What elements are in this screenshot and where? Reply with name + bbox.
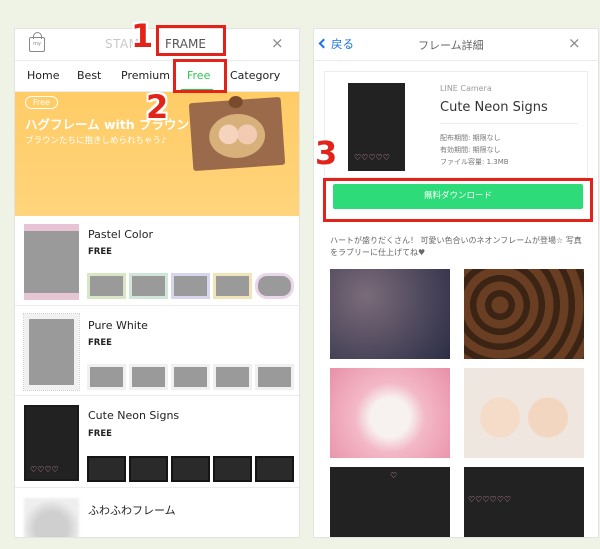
tab-category[interactable]: Category <box>230 69 280 82</box>
item-price: FREE <box>88 338 112 348</box>
item-title: Pastel Color <box>88 228 153 241</box>
detail-header: 戻る フレーム詳細 × <box>314 29 598 61</box>
preview-thumbnail <box>213 364 252 390</box>
shopping-bag-icon[interactable]: my <box>29 32 45 52</box>
banner-subtitle: ブラウンたちに抱きしめられちゃう♪ <box>25 136 167 146</box>
tab-home[interactable]: Home <box>27 69 59 82</box>
preview-thumbnail <box>129 364 168 390</box>
item-price: FREE <box>88 247 112 257</box>
frame-info-card: ♡♡♡♡♡ LINE Camera Cute Neon Signs 配布期間: … <box>324 71 588 178</box>
preview-row <box>87 273 294 299</box>
frame-thumbnail <box>24 498 79 537</box>
preview-thumbnail <box>171 364 210 390</box>
item-title: ふわふわフレーム <box>88 504 176 517</box>
bag-label: my <box>33 41 41 47</box>
preview-thumbnail <box>171 456 210 482</box>
list-item[interactable]: Pastel Color FREE <box>15 216 299 306</box>
step-number-2: 2 <box>146 88 169 126</box>
preview-thumbnail <box>129 456 168 482</box>
frame-thumbnail: ♡♡♡♡ <box>24 405 79 481</box>
preview-thumbnail <box>213 273 252 299</box>
list-item[interactable]: ♡♡♡♡ Cute Neon Signs FREE <box>15 396 299 488</box>
sample-image <box>464 368 584 458</box>
back-button[interactable]: 戻る <box>318 36 354 52</box>
close-icon[interactable]: × <box>271 34 284 52</box>
close-icon[interactable]: × <box>568 34 581 52</box>
highlight-frame-tab <box>156 25 226 56</box>
frame-thumbnail <box>24 224 79 300</box>
item-title: Cute Neon Signs <box>88 409 180 422</box>
divider <box>440 123 578 124</box>
sample-image <box>464 269 584 359</box>
preview-thumbnail <box>87 273 126 299</box>
heart-icon: ♡ <box>390 471 398 480</box>
frame-name: Cute Neon Signs <box>440 100 548 115</box>
sample-image <box>330 368 450 458</box>
item-title: Pure White <box>88 319 148 332</box>
list-item[interactable]: ふわふわフレーム <box>15 488 299 537</box>
tab-best[interactable]: Best <box>77 69 101 82</box>
sample-image <box>330 269 450 359</box>
chevron-left-icon <box>318 38 329 49</box>
heart-icon: ♡♡♡♡♡♡ <box>468 495 512 504</box>
item-price: FREE <box>88 429 112 439</box>
preview-thumbnail <box>87 456 126 482</box>
frame-thumbnail: ♡♡♡♡♡ <box>348 83 405 171</box>
file-size: ファイル容量: 1.3MB <box>440 158 509 166</box>
validity-period: 有効期間: 期限なし <box>440 146 501 154</box>
preview-thumbnail <box>255 364 294 390</box>
app-name: LINE Camera <box>440 84 492 93</box>
frame-detail-panel: 戻る フレーム詳細 × ♡♡♡♡♡ LINE Camera Cute Neon … <box>313 28 599 538</box>
preview-thumbnail <box>255 456 294 482</box>
free-badge: Free <box>25 96 58 109</box>
list-item[interactable]: Pure White FREE <box>15 306 299 396</box>
frame-thumbnail <box>23 313 80 391</box>
preview-row <box>87 456 294 482</box>
page-title: フレーム詳細 <box>418 39 484 52</box>
preview-thumbnail <box>87 364 126 390</box>
banner-photo-image <box>207 112 267 160</box>
sample-image: ♡ <box>330 467 450 537</box>
preview-row <box>87 364 294 390</box>
heart-icon: ♡♡♡♡♡ <box>354 153 390 162</box>
preview-thumbnail <box>255 273 294 299</box>
highlight-free-tab <box>173 59 227 93</box>
banner-photo <box>188 95 286 172</box>
heart-icon: ♡♡♡♡ <box>30 465 59 474</box>
frame-description: ハートが盛りだくさん！ 可愛い色合いのネオンフレームが登場☆ 写真をラブリーに仕… <box>330 236 582 257</box>
tab-premium[interactable]: Premium <box>121 69 170 82</box>
preview-thumbnail <box>129 273 168 299</box>
back-label: 戻る <box>331 37 354 51</box>
sample-image: ♡♡♡♡♡♡ <box>464 467 584 537</box>
step-number-3: 3 <box>315 134 338 172</box>
step-number-1: 1 <box>131 17 154 55</box>
distribution-period: 配布期間: 期限なし <box>440 134 501 142</box>
bear-icon <box>228 95 244 109</box>
preview-thumbnail <box>213 456 252 482</box>
highlight-download-button <box>323 178 593 222</box>
preview-thumbnail <box>171 273 210 299</box>
